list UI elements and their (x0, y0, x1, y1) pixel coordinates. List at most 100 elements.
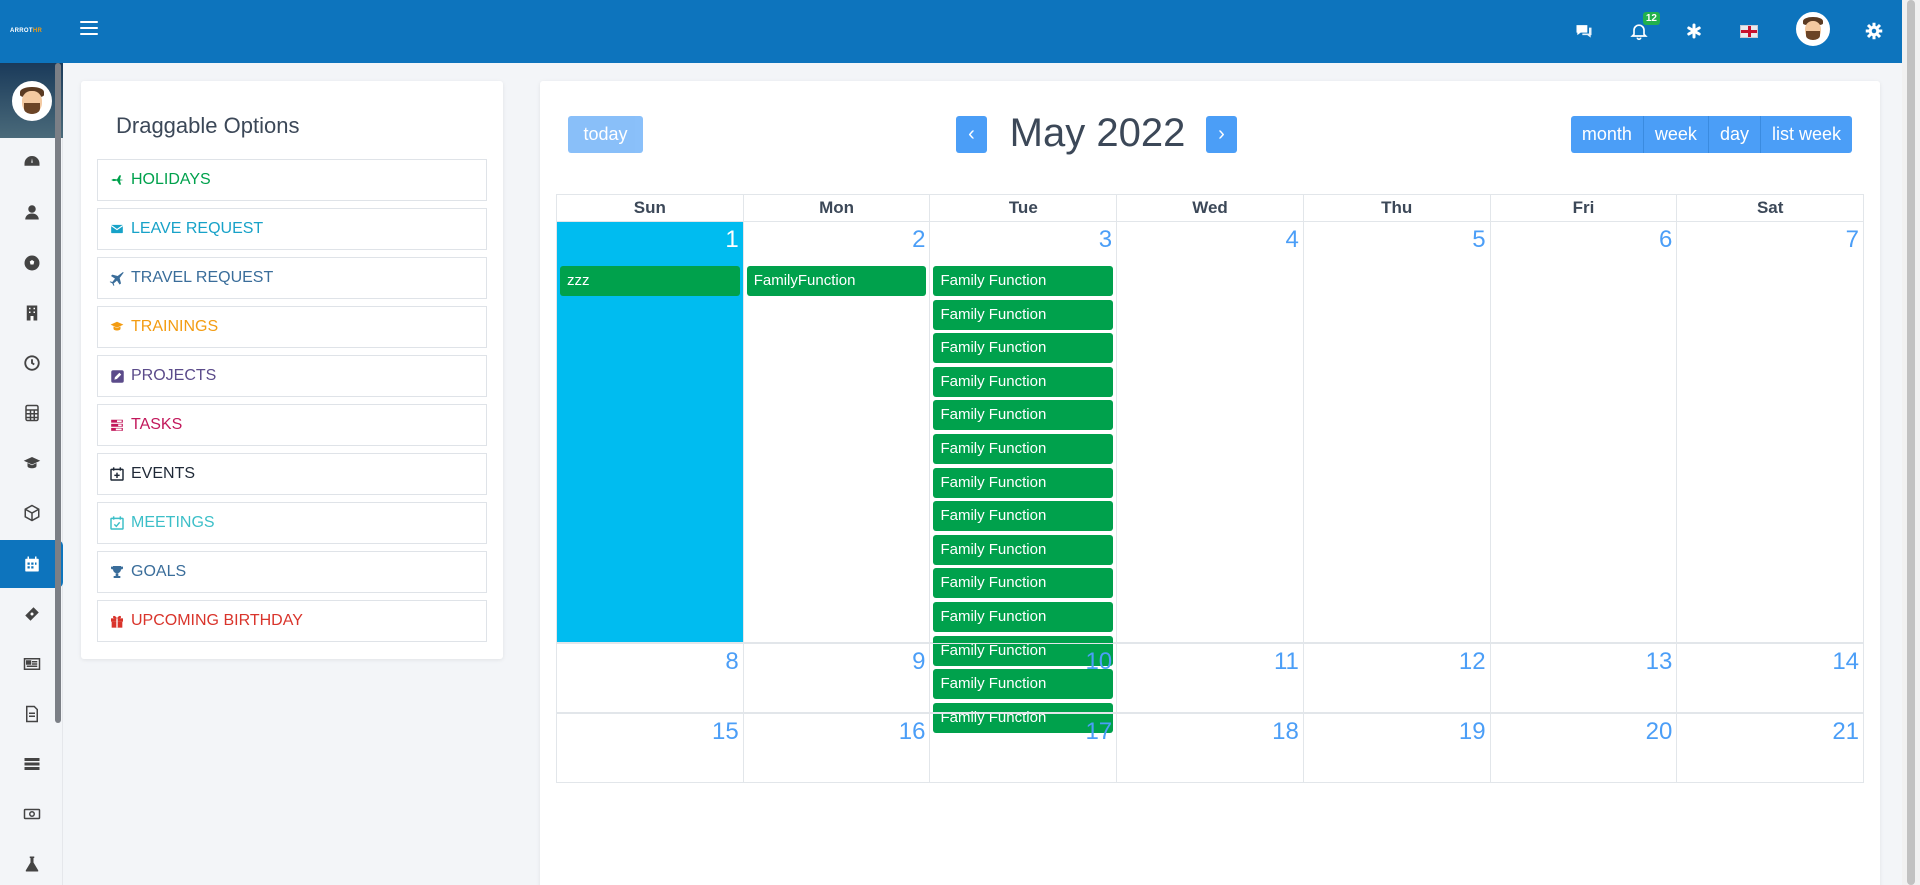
day-number[interactable]: 17 (1085, 718, 1112, 746)
day-number[interactable]: 9 (912, 648, 925, 676)
draggable-events[interactable]: EVENTS (97, 453, 487, 495)
calendar-event[interactable]: Family Function (933, 568, 1114, 599)
sidebar-profile[interactable] (0, 63, 63, 138)
day-cell[interactable]: 1 zzz (557, 222, 744, 642)
calendar-event[interactable]: Family Function (933, 299, 1114, 330)
draggable-trainings[interactable]: TRAININGS (97, 306, 487, 348)
draggable-tasks[interactable]: TASKS (97, 404, 487, 446)
sidebar-calculator-icon[interactable] (0, 389, 63, 437)
user-avatar[interactable] (1796, 12, 1830, 46)
draggable-travel-request[interactable]: TRAVEL REQUEST (97, 257, 487, 299)
sidebar-scrollbar[interactable] (55, 63, 61, 723)
draggable-holidays[interactable]: HOLIDAYS (97, 159, 487, 201)
day-cell[interactable]: 11 (1117, 644, 1304, 712)
day-cell[interactable]: 3 Family Function Family Function Family Fu… (930, 222, 1118, 733)
calendar-event[interactable]: zzz (560, 266, 740, 296)
brand-logo[interactable]: ARROTHR (10, 23, 56, 39)
sidebar-user-icon[interactable] (0, 188, 63, 236)
day-cell[interactable]: 13 (1491, 644, 1678, 712)
day-number[interactable]: 3 (1099, 226, 1112, 254)
day-cell[interactable]: 8 (557, 644, 744, 712)
list-week-view-button[interactable]: list week (1760, 116, 1852, 153)
day-cell[interactable]: 6 (1491, 222, 1678, 642)
page-scrollbar[interactable] (1902, 0, 1920, 885)
day-number[interactable]: 7 (1846, 226, 1859, 254)
day-cell[interactable]: 7 (1677, 222, 1863, 642)
menu-toggle-icon[interactable] (80, 21, 98, 37)
calendar-event[interactable]: Family Function (933, 601, 1114, 632)
sidebar-graduation-cap-icon[interactable] (0, 439, 63, 487)
day-number[interactable]: 2 (912, 226, 925, 254)
draggable-meetings[interactable]: MEETINGS (97, 502, 487, 544)
sidebar-ticket-icon[interactable] (0, 590, 63, 638)
day-cell[interactable]: 4 (1117, 222, 1304, 642)
calendar-event[interactable]: Family Function (933, 266, 1114, 296)
next-month-button[interactable]: › (1206, 116, 1237, 153)
week-row: 1 zzz 2 FamilyFunction 3 Family Function Famil… (556, 221, 1864, 733)
sidebar-soccer-icon[interactable] (0, 239, 63, 287)
day-number[interactable]: 10 (1085, 648, 1112, 676)
calendar-event[interactable]: Family Function (933, 400, 1114, 431)
calendar-event[interactable]: Family Function (933, 501, 1114, 532)
chat-icon[interactable] (1573, 20, 1595, 42)
month-view-button[interactable]: month (1570, 116, 1644, 153)
sidebar-dashboard-icon[interactable] (0, 138, 63, 186)
day-number[interactable]: 11 (1274, 648, 1299, 676)
day-cell[interactable]: 16 (744, 714, 931, 782)
day-number[interactable]: 14 (1832, 648, 1859, 676)
day-cell[interactable]: 18 (1117, 714, 1304, 782)
day-cell[interactable]: 9 (744, 644, 931, 712)
day-number[interactable]: 6 (1659, 226, 1672, 254)
today-button[interactable]: today (568, 116, 643, 153)
day-view-button[interactable]: day (1708, 116, 1761, 153)
day-cell[interactable]: 2 FamilyFunction (744, 222, 931, 642)
day-number[interactable]: 20 (1646, 718, 1673, 746)
sidebar-money-icon[interactable] (0, 790, 63, 838)
day-number[interactable]: 4 (1286, 226, 1299, 254)
sidebar-newspaper-icon[interactable] (0, 640, 63, 688)
prev-month-button[interactable]: ‹ (956, 116, 987, 153)
calendar-event[interactable]: FamilyFunction (746, 266, 927, 296)
draggable-projects[interactable]: PROJECTS (97, 355, 487, 397)
calendar-event[interactable]: Family Function (933, 366, 1114, 397)
calendar-event[interactable]: Family Function (933, 467, 1114, 498)
day-cell[interactable]: 15 (557, 714, 744, 782)
draggable-leave-request[interactable]: LEAVE REQUEST (97, 208, 487, 250)
day-number[interactable]: 1 (725, 226, 738, 254)
calendar-event[interactable]: Family Function (933, 534, 1114, 565)
day-cell[interactable]: 10 (930, 644, 1118, 712)
day-number[interactable]: 5 (1472, 226, 1485, 254)
calendar-event[interactable]: Family Function (933, 433, 1114, 464)
draggable-upcoming-birthday[interactable]: UPCOMING BIRTHDAY (97, 600, 487, 642)
day-number[interactable]: 19 (1459, 718, 1486, 746)
day-cell[interactable]: 21 (1677, 714, 1863, 782)
calendar-event[interactable]: Family Function (933, 333, 1114, 364)
day-cell[interactable]: 14 (1677, 644, 1863, 712)
day-of-week-header: Sun Mon Tue Wed Thu Fri Sat (556, 194, 1864, 221)
day-number[interactable]: 8 (725, 648, 738, 676)
sidebar-box-icon[interactable] (0, 489, 63, 537)
settings-gear-icon[interactable] (1863, 20, 1885, 42)
day-number[interactable]: 12 (1459, 648, 1486, 676)
sidebar-list-icon[interactable] (0, 740, 63, 788)
asterisk-icon[interactable] (1683, 20, 1705, 42)
day-number[interactable]: 13 (1646, 648, 1673, 676)
sidebar-document-icon[interactable] (0, 690, 63, 738)
day-number[interactable]: 21 (1832, 718, 1859, 746)
day-cell[interactable]: 17 (930, 714, 1118, 782)
day-cell[interactable]: 12 (1304, 644, 1491, 712)
notification-bell-icon[interactable]: 12 (1628, 12, 1660, 42)
draggable-goals[interactable]: GOALS (97, 551, 487, 593)
day-number[interactable]: 18 (1272, 718, 1299, 746)
day-cell[interactable]: 5 (1304, 222, 1491, 642)
day-cell[interactable]: 19 (1304, 714, 1491, 782)
language-flag-icon[interactable] (1738, 20, 1760, 42)
sidebar-flask-icon[interactable] (0, 840, 63, 885)
day-number[interactable]: 15 (712, 718, 739, 746)
day-cell[interactable]: 20 (1491, 714, 1678, 782)
sidebar-calendar-icon[interactable] (0, 540, 63, 588)
sidebar-building-icon[interactable] (0, 289, 63, 337)
day-number[interactable]: 16 (899, 718, 926, 746)
week-view-button[interactable]: week (1643, 116, 1709, 153)
sidebar-clock-icon[interactable] (0, 339, 63, 387)
